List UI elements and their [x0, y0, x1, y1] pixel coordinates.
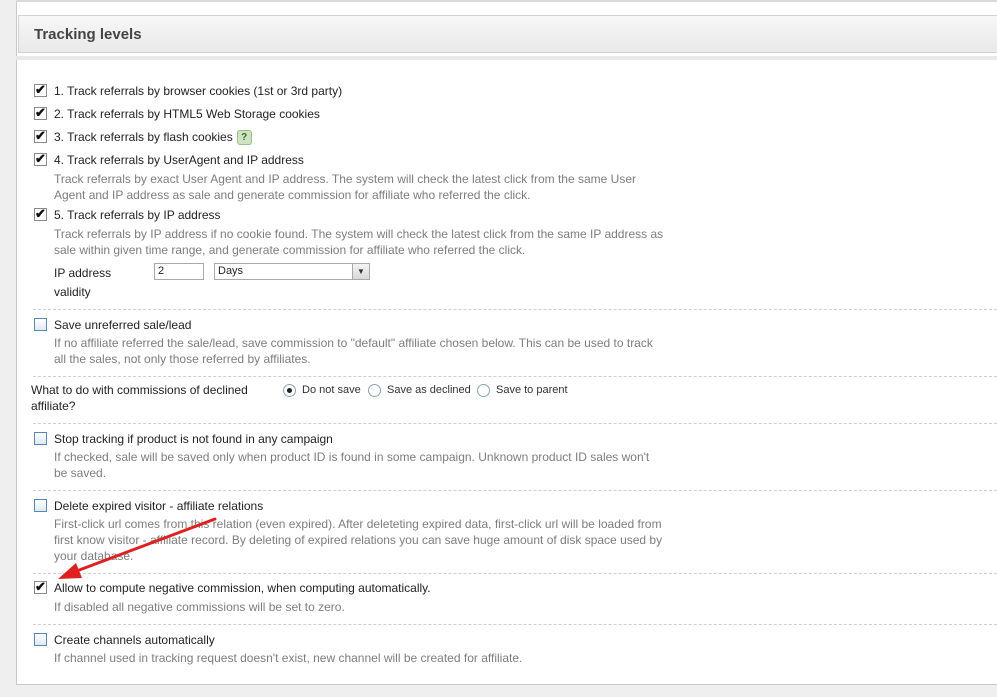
delete-expired-checkbox[interactable] — [34, 499, 47, 512]
track-flash-cookies-checkbox[interactable] — [34, 128, 47, 144]
save-unreferred-desc: If no affiliate referred the sale/lead, … — [54, 336, 653, 366]
chevron-down-icon[interactable]: ▼ — [352, 264, 369, 279]
stop-tracking-label: Stop tracking if product is not found in… — [54, 432, 333, 446]
create-channels-desc: If channel used in tracking request does… — [54, 651, 523, 665]
radio-save-to-parent-label: Save to parent — [496, 384, 568, 396]
radio-save-as-declined[interactable] — [368, 384, 381, 397]
stop-tracking-checkbox[interactable] — [34, 432, 47, 445]
ip-validity-unit-select[interactable]: Days ▼ — [214, 263, 370, 280]
negative-commission-checkbox[interactable] — [34, 579, 47, 595]
track-flash-cookies-row: 3. Track referrals by flash cookies? — [54, 130, 252, 146]
save-unreferred-label: Save unreferred sale/lead — [54, 318, 192, 332]
radio-save-to-parent[interactable] — [477, 384, 490, 397]
radio-save-as-declined-label: Save as declined — [387, 384, 471, 396]
declined-question: What to do with commissions of declined … — [31, 382, 248, 414]
stop-tracking-desc: If checked, sale will be saved only when… — [54, 450, 650, 480]
section-header: Tracking levels — [18, 15, 997, 53]
declined-question-line2: affiliate? — [31, 399, 76, 413]
ip-validity-unit-value: Days — [218, 265, 244, 277]
track-useragent-ip-label: 4. Track referrals by UserAgent and IP a… — [54, 153, 304, 167]
track-web-storage-checkbox[interactable] — [34, 105, 47, 121]
divider — [33, 309, 997, 310]
divider — [33, 624, 997, 625]
help-icon[interactable]: ? — [236, 130, 252, 146]
ip-validity-label-line2: validity — [54, 285, 91, 299]
save-unreferred-checkbox[interactable] — [34, 318, 47, 331]
delete-expired-label: Delete expired visitor - affiliate relat… — [54, 499, 264, 513]
ip-validity-label-line1: IP address — [54, 266, 112, 280]
track-ip-desc: Track referrals by IP address if no cook… — [54, 227, 664, 257]
header-divider — [16, 56, 997, 60]
radio-do-not-save[interactable] — [283, 384, 296, 397]
negative-commission-label: Allow to compute negative commission, wh… — [54, 581, 431, 595]
track-web-storage-label: 2. Track referrals by HTML5 Web Storage … — [54, 107, 320, 121]
divider — [33, 376, 997, 377]
section-title: Tracking levels — [34, 26, 142, 43]
ip-validity-label: IP address validity — [54, 264, 111, 302]
track-ip-label: 5. Track referrals by IP address — [54, 208, 221, 222]
delete-expired-desc: First-click url comes from this relation… — [54, 517, 663, 563]
negative-commission-desc: If disabled all negative commissions wil… — [54, 600, 345, 614]
panel-top-border — [16, 0, 997, 2]
create-channels-label: Create channels automatically — [54, 633, 215, 647]
track-ip-checkbox[interactable] — [34, 206, 47, 222]
declined-question-line1: What to do with commissions of declined — [31, 383, 248, 397]
track-useragent-ip-checkbox[interactable] — [34, 151, 47, 167]
track-useragent-ip-desc: Track referrals by exact User Agent and … — [54, 172, 636, 202]
divider — [33, 573, 997, 574]
divider — [33, 490, 997, 491]
ip-validity-input[interactable]: 2 — [154, 263, 204, 280]
divider — [33, 423, 997, 424]
track-cookies-checkbox[interactable] — [34, 82, 47, 98]
track-flash-cookies-label: 3. Track referrals by flash cookies — [54, 130, 233, 144]
create-channels-checkbox[interactable] — [34, 633, 47, 646]
radio-do-not-save-label: Do not save — [302, 384, 361, 396]
track-cookies-label: 1. Track referrals by browser cookies (1… — [54, 84, 343, 98]
